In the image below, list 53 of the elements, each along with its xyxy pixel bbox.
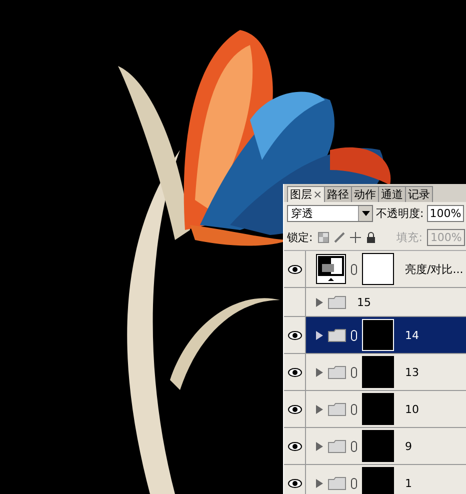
- eye-icon: [288, 442, 302, 450]
- close-icon[interactable]: ×: [313, 188, 322, 201]
- layer-name: 1: [405, 476, 412, 490]
- dropdown-arrow-icon: [362, 211, 370, 216]
- move-icon[interactable]: [350, 232, 361, 243]
- layer-row[interactable]: 14: [284, 317, 466, 354]
- panel-tab[interactable]: 动作: [351, 186, 380, 202]
- panel-tab[interactable]: 记录: [405, 186, 434, 202]
- fill-label: 填充:: [396, 230, 422, 245]
- blend-mode-dropdown[interactable]: 穿透: [287, 205, 373, 222]
- expand-arrow-icon[interactable]: [316, 478, 323, 488]
- layer-name: 10: [405, 402, 419, 416]
- expand-arrow-icon[interactable]: [316, 442, 323, 450]
- eye-icon: [288, 330, 302, 340]
- opacity-label: 不透明度:: [376, 206, 424, 221]
- lock-transparency-icon[interactable]: [318, 232, 329, 243]
- folder-icon: [328, 440, 346, 452]
- folder-icon: [328, 366, 346, 378]
- link-icon[interactable]: [351, 478, 357, 488]
- eye-icon: [288, 404, 302, 414]
- lock-label: 锁定:: [287, 230, 313, 245]
- layer-row[interactable]: 15: [284, 288, 466, 317]
- link-icon[interactable]: [351, 264, 357, 274]
- eye-icon: [288, 368, 302, 376]
- eye-icon: [288, 264, 302, 274]
- layer-name: 9: [405, 440, 412, 452]
- folder-icon: [328, 328, 346, 342]
- layer-name: 13: [405, 366, 419, 378]
- expand-arrow-icon[interactable]: [316, 368, 323, 376]
- panel-tab[interactable]: 路径: [324, 186, 352, 202]
- eye-icon: [288, 478, 302, 488]
- panel-tab[interactable]: 通道: [378, 186, 406, 202]
- expand-arrow-icon[interactable]: [316, 404, 323, 414]
- layer-row[interactable]: 9: [284, 428, 466, 465]
- link-icon[interactable]: [351, 366, 357, 378]
- layer-name: 15: [357, 296, 371, 308]
- folder-icon: [328, 296, 346, 308]
- folder-icon: [328, 402, 346, 416]
- link-icon[interactable]: [351, 404, 357, 414]
- layer-row[interactable]: 10: [284, 391, 466, 428]
- adjustment-thumbnail-icon: [316, 254, 346, 284]
- visibility-toggle[interactable]: [284, 317, 306, 353]
- opacity-field[interactable]: 100%: [426, 205, 464, 222]
- layer-name: 14: [405, 328, 419, 342]
- panel-tab[interactable]: 图层×: [287, 186, 326, 202]
- link-icon[interactable]: [351, 440, 357, 452]
- folder-icon: [328, 476, 346, 490]
- layer-row[interactable]: 13: [284, 354, 466, 391]
- expand-arrow-icon[interactable]: [316, 298, 323, 306]
- expand-arrow-icon[interactable]: [316, 330, 323, 340]
- layer-name: 亮度/对比...: [405, 262, 464, 276]
- layer-row[interactable]: 亮度/对比...: [284, 251, 466, 288]
- lock-icon[interactable]: [366, 232, 376, 243]
